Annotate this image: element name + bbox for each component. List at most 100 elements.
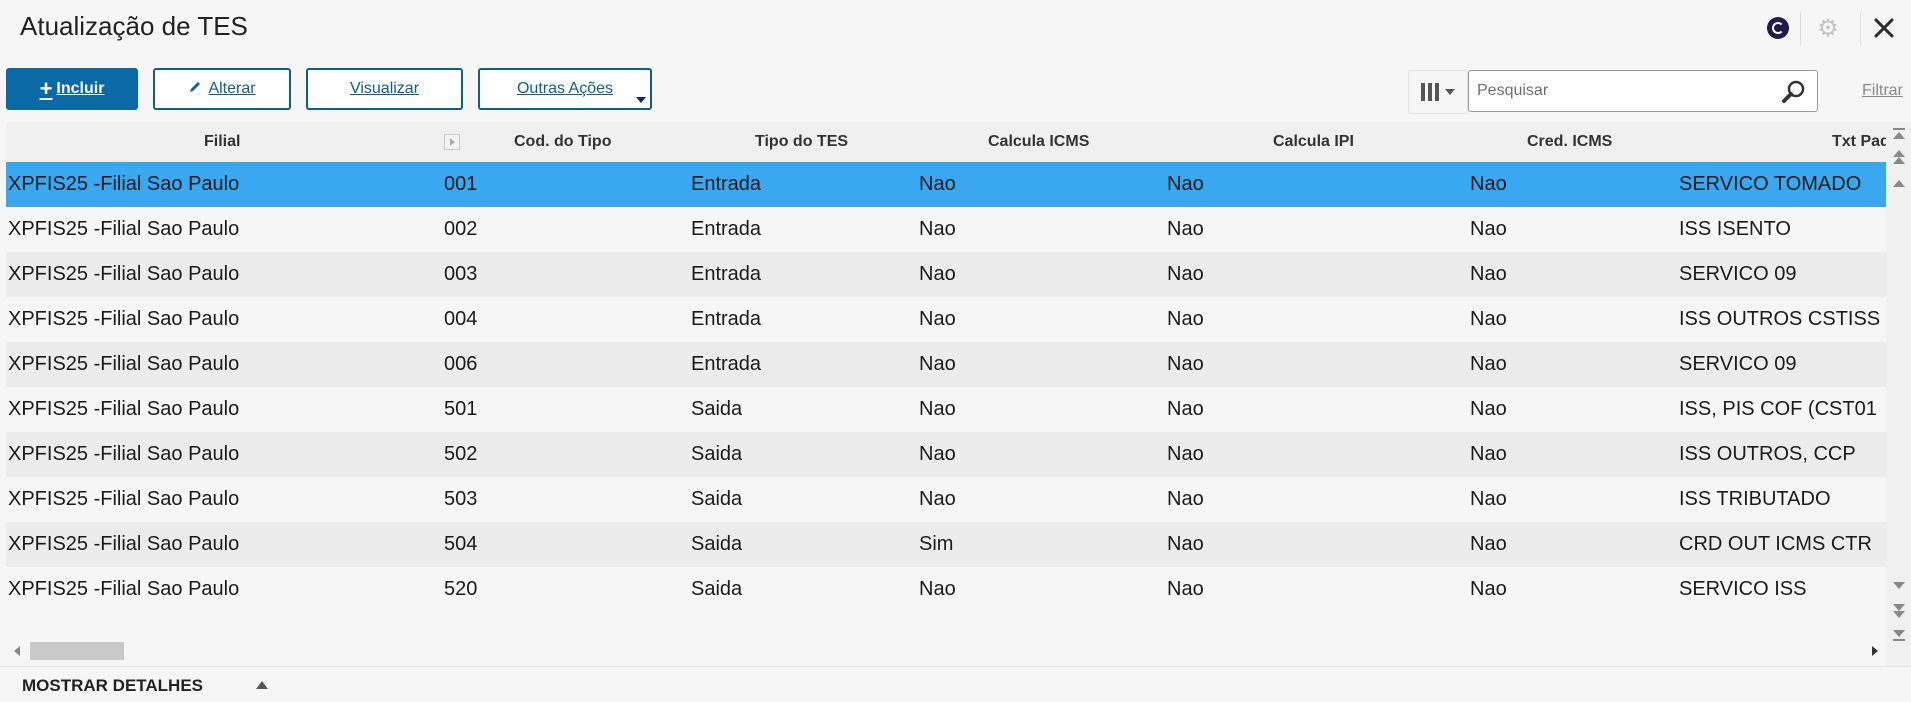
cell-filial: XPFIS25 -Filial Sao Paulo (8, 308, 240, 330)
column-header-txt-pad[interactable]: Txt Pad (1832, 122, 1886, 162)
cell-filial: XPFIS25 -Filial Sao Paulo (8, 533, 240, 555)
vertical-scrollbar[interactable] (1886, 122, 1911, 667)
cell-txt-pad: ISS OUTROS CSTISS (1679, 308, 1881, 330)
cell-calcula-icms: Nao (919, 218, 956, 240)
scroll-up-button[interactable] (1889, 172, 1908, 194)
cell-cred-icms: Nao (1470, 308, 1507, 330)
cell-filial: XPFIS25 -Filial Sao Paulo (8, 353, 240, 375)
cell-cred-icms: Nao (1470, 398, 1507, 420)
cell-cod-tipo: 502 (444, 443, 478, 465)
table-row[interactable]: XPFIS25 -Filial Sao Paulo 006 Entrada Nao Na… (6, 342, 1886, 387)
table-row[interactable]: XPFIS25 -Filial Sao Paulo 001 Entrada Nao Na… (6, 162, 1886, 207)
page-down-button[interactable] (1889, 600, 1908, 622)
cell-calcula-icms: Nao (919, 488, 956, 510)
column-header-cod-tipo[interactable]: Cod. do Tipo (514, 122, 611, 162)
cell-filial: XPFIS25 -Filial Sao Paulo (8, 173, 240, 195)
alterar-label: Alterar (208, 80, 256, 97)
cell-calcula-icms: Nao (919, 173, 956, 195)
column-header-tipo-tes[interactable]: Tipo do TES (755, 122, 848, 162)
cell-txt-pad: ISS OUTROS, CCP (1679, 443, 1856, 465)
cell-calcula-ipi: Nao (1167, 488, 1204, 510)
outras-acoes-button[interactable]: Outras Ações (478, 68, 652, 110)
column-header-calcula-icms[interactable]: Calcula ICMS (988, 122, 1089, 162)
alterar-button[interactable]: Alterar (153, 68, 291, 110)
cell-cod-tipo: 006 (444, 353, 478, 375)
scroll-left-icon[interactable] (14, 646, 20, 656)
cell-calcula-icms: Nao (919, 398, 956, 420)
gear-icon[interactable]: ⚙ (1814, 14, 1842, 42)
cell-filial: XPFIS25 -Filial Sao Paulo (8, 398, 240, 420)
cell-tipo-tes: Entrada (691, 263, 762, 285)
columns-icon (1421, 83, 1439, 101)
cell-cred-icms: Nao (1470, 488, 1507, 510)
scroll-top-button[interactable] (1889, 122, 1908, 144)
table-row[interactable]: XPFIS25 -Filial Sao Paulo 004 Entrada Nao Na… (6, 297, 1886, 342)
divider (1860, 12, 1861, 46)
search-icon[interactable] (1781, 79, 1807, 110)
cell-txt-pad: ISS ISENTO (1679, 218, 1791, 240)
cell-calcula-icms: Nao (919, 308, 956, 330)
cell-txt-pad: SERVICO 09 (1679, 263, 1797, 285)
table-row[interactable]: XPFIS25 -Filial Sao Paulo 003 Entrada Nao Na… (6, 252, 1886, 297)
search-box (1468, 70, 1818, 112)
table-row[interactable]: XPFIS25 -Filial Sao Paulo 002 Entrada Nao Na… (6, 207, 1886, 252)
divider (1800, 12, 1801, 46)
column-header-calcula-ipi[interactable]: Calcula IPI (1273, 122, 1354, 162)
cell-filial: XPFIS25 -Filial Sao Paulo (8, 578, 240, 600)
table-row[interactable]: XPFIS25 -Filial Sao Paulo 501 Saida Nao Nao N… (6, 387, 1886, 432)
chevron-down-icon (636, 97, 646, 103)
cell-txt-pad: CRD OUT ICMS CTR (1679, 533, 1872, 555)
cell-calcula-ipi: Nao (1167, 263, 1204, 285)
cell-filial: XPFIS25 -Filial Sao Paulo (8, 263, 240, 285)
column-header-cred-icms[interactable]: Cred. ICMS (1527, 122, 1612, 162)
visualizar-label: Visualizar (349, 80, 420, 97)
scroll-down-button[interactable] (1889, 574, 1908, 596)
cell-calcula-ipi: Nao (1167, 398, 1204, 420)
cell-cod-tipo: 520 (444, 578, 478, 600)
plus-icon: + (39, 76, 53, 101)
cell-tipo-tes: Saida (691, 398, 743, 420)
cell-txt-pad: SERVICO 09 (1679, 353, 1797, 375)
show-details-label[interactable]: MOSTRAR DETALHES (22, 676, 203, 696)
table-row[interactable]: XPFIS25 -Filial Sao Paulo 503 Saida Nao Nao N… (6, 477, 1886, 522)
filter-link[interactable]: Filtrar (1862, 82, 1903, 100)
cell-cred-icms: Nao (1470, 578, 1507, 600)
cell-calcula-ipi: Nao (1167, 173, 1204, 195)
cell-calcula-ipi: Nao (1167, 533, 1204, 555)
table-row[interactable]: XPFIS25 -Filial Sao Paulo 520 Saida Nao Nao N… (6, 567, 1886, 612)
search-input[interactable] (1475, 81, 1779, 101)
outras-acoes-label: Outras Ações (516, 80, 614, 97)
cell-calcula-ipi: Nao (1167, 578, 1204, 600)
page-title: Atualização de TES (20, 11, 248, 41)
cell-cod-tipo: 004 (444, 308, 478, 330)
table-row[interactable]: XPFIS25 -Filial Sao Paulo 504 Saida Sim Nao N… (6, 522, 1886, 567)
cell-calcula-icms: Sim (919, 533, 954, 555)
sort-icon[interactable] (444, 134, 460, 150)
visualizar-button[interactable]: Visualizar (306, 68, 463, 110)
chevron-down-icon (1445, 89, 1455, 95)
cell-cred-icms: Nao (1470, 533, 1507, 555)
app-logo-icon[interactable] (1764, 14, 1792, 42)
cell-txt-pad: ISS, PIS COF (CST01 (1679, 398, 1877, 420)
cell-calcula-ipi: Nao (1167, 353, 1204, 375)
scroll-right-icon[interactable] (1872, 646, 1878, 656)
cell-calcula-icms: Nao (919, 353, 956, 375)
horizontal-scrollbar[interactable] (6, 638, 1886, 664)
table-row[interactable]: XPFIS25 -Filial Sao Paulo 502 Saida Nao Nao N… (6, 432, 1886, 477)
column-selector-button[interactable] (1408, 70, 1468, 114)
cell-tipo-tes: Entrada (691, 173, 762, 195)
data-grid: Filial Cod. do Tipo Tipo do TES Calcula … (6, 122, 1886, 612)
close-icon[interactable] (1870, 14, 1898, 42)
incluir-label: Incluir (56, 80, 105, 97)
details-bar[interactable]: MOSTRAR DETALHES (0, 666, 1911, 702)
horizontal-scroll-thumb[interactable] (30, 642, 124, 660)
page-up-button[interactable] (1889, 146, 1908, 168)
cell-cred-icms: Nao (1470, 263, 1507, 285)
cell-cod-tipo: 501 (444, 398, 478, 420)
scroll-bottom-button[interactable] (1889, 624, 1908, 646)
incluir-button[interactable]: + Incluir (6, 68, 138, 110)
expand-up-icon[interactable] (256, 681, 268, 689)
cell-tipo-tes: Saida (691, 443, 743, 465)
column-header-filial[interactable]: Filial (204, 122, 240, 162)
cell-filial: XPFIS25 -Filial Sao Paulo (8, 488, 240, 510)
